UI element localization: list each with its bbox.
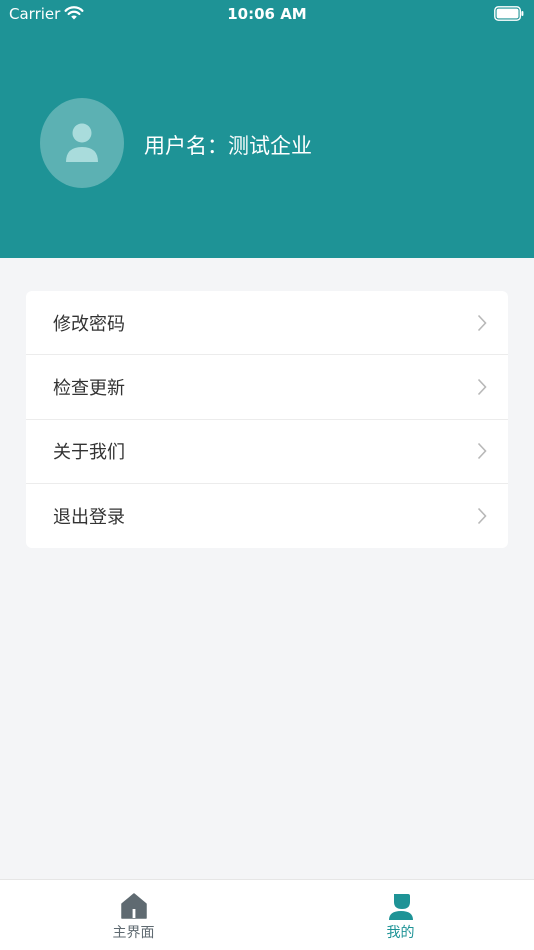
- chevron-right-icon: [477, 507, 487, 524]
- clock: 10:06 AM: [227, 5, 307, 23]
- tab-label: 主界面: [112, 925, 155, 941]
- menu-item-change-password[interactable]: 修改密码: [26, 291, 508, 356]
- menu-item-check-update[interactable]: 检查更新: [26, 355, 508, 420]
- menu-item-label: 退出登录: [53, 506, 125, 528]
- chevron-right-icon: [477, 443, 487, 460]
- chevron-right-icon: [477, 314, 487, 331]
- home-icon: [120, 893, 147, 919]
- menu-item-label: 修改密码: [53, 313, 125, 335]
- avatar[interactable]: [40, 98, 124, 188]
- tab-label: 我的: [386, 925, 415, 941]
- tab-mine[interactable]: 我的: [267, 880, 534, 950]
- menu-item-about-us[interactable]: 关于我们: [26, 420, 508, 484]
- battery-icon: [494, 6, 524, 21]
- profile-header: Carrier 10:06 AM 用户名：测试企业: [0, 0, 534, 258]
- tab-bar: 主界面 我的: [0, 879, 534, 950]
- user-icon: [388, 894, 413, 920]
- menu-item-logout[interactable]: 退出登录: [26, 484, 508, 548]
- username-label: 用户名：测试企业: [144, 134, 312, 158]
- status-bar: Carrier 10:06 AM: [0, 0, 534, 28]
- screen: Carrier 10:06 AM 用户名：测试企业 修改密码 检查更新 关于我们…: [0, 0, 534, 950]
- chevron-right-icon: [477, 378, 487, 395]
- tab-home[interactable]: 主界面: [0, 880, 267, 950]
- user-silhouette-icon: [66, 123, 98, 162]
- menu-item-label: 检查更新: [53, 377, 125, 399]
- settings-menu: 修改密码 检查更新 关于我们 退出登录: [26, 291, 508, 548]
- menu-item-label: 关于我们: [53, 442, 125, 464]
